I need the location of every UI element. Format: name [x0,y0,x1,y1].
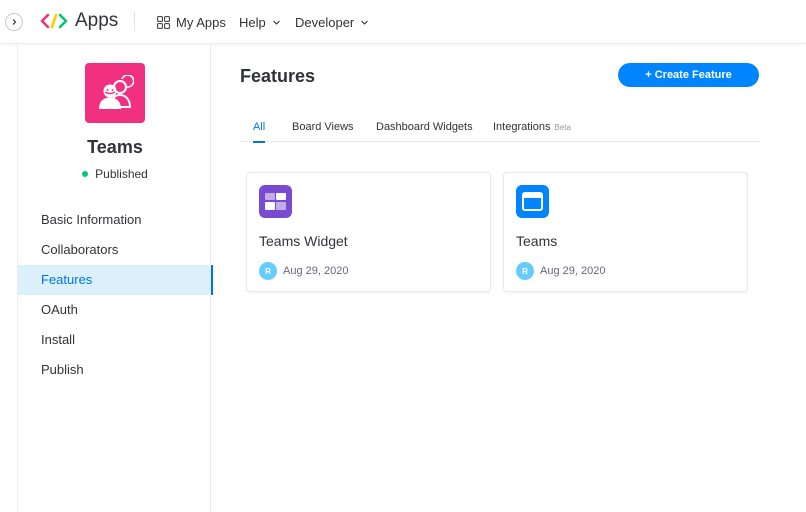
sidebar-item-oauth[interactable]: OAuth [18,295,212,325]
status-dot-icon [82,171,89,177]
tab-all[interactable]: All [253,112,266,143]
page-title: Features [240,66,316,86]
tab-board-views[interactable]: Board Views [292,112,354,142]
card-meta: R Aug 29, 2020 [516,262,605,280]
feature-card-teams-widget[interactable]: Teams Widget R Aug 29, 2020 [246,172,491,292]
sidebar-item-basic-information[interactable]: Basic Information [18,205,212,235]
nav-help-label: Help [239,14,266,30]
sidebar-item-install[interactable]: Install [18,325,212,355]
sidebar-item-collaborators[interactable]: Collaborators [18,235,212,265]
grid-icon [157,15,170,29]
card-date: Aug 29, 2020 [283,265,349,277]
tab-integrations-label: Integrations [493,121,551,133]
nav-developer-dropdown[interactable]: Developer [295,12,369,32]
app-icon [85,63,145,123]
feature-tabs: All Board Views Dashboard Widgets Integr… [240,112,760,143]
app-name: Teams [87,137,143,157]
status-label: Published [95,167,148,181]
sidebar-menu: Basic Information Collaborators Features… [18,205,213,385]
chevron-right-icon [12,19,17,25]
chevron-down-icon [272,20,280,25]
widget-icon [259,185,292,218]
beta-badge: Beta [554,123,571,132]
nav-my-apps-label: My Apps [176,14,226,30]
status-badge: Published [18,167,212,181]
tab-integrations[interactable]: Integrations Beta [493,112,571,142]
tab-dashboard-widgets[interactable]: Dashboard Widgets [376,112,473,142]
avatar: R [259,262,277,280]
feature-card-teams[interactable]: Teams R Aug 29, 2020 [503,172,748,292]
avatar: R [516,262,534,280]
sidebar-toggle-button[interactable] [5,13,23,31]
chevron-down-icon [361,20,369,25]
create-feature-button[interactable]: + Create Feature [618,63,759,87]
brand[interactable]: Apps [40,9,118,33]
card-meta: R Aug 29, 2020 [259,262,348,280]
brand-title: Apps [75,10,119,31]
card-title: Teams Widget [259,233,348,249]
divider [134,11,135,31]
sidebar: Teams Published Basic Information Collab… [17,45,213,512]
top-bar: Apps My Apps Help Developer [0,0,806,44]
nav-developer-label: Developer [295,14,355,30]
card-title: Teams [516,233,558,249]
sidebar-item-publish[interactable]: Publish [18,355,212,385]
code-brackets-logo-icon [40,13,68,29]
nav-my-apps[interactable]: My Apps [157,12,226,32]
sidebar-item-features[interactable]: Features [18,265,213,295]
board-view-icon [516,185,549,218]
team-users-icon [99,75,134,109]
card-date: Aug 29, 2020 [540,265,606,277]
nav-help-dropdown[interactable]: Help [239,12,281,32]
